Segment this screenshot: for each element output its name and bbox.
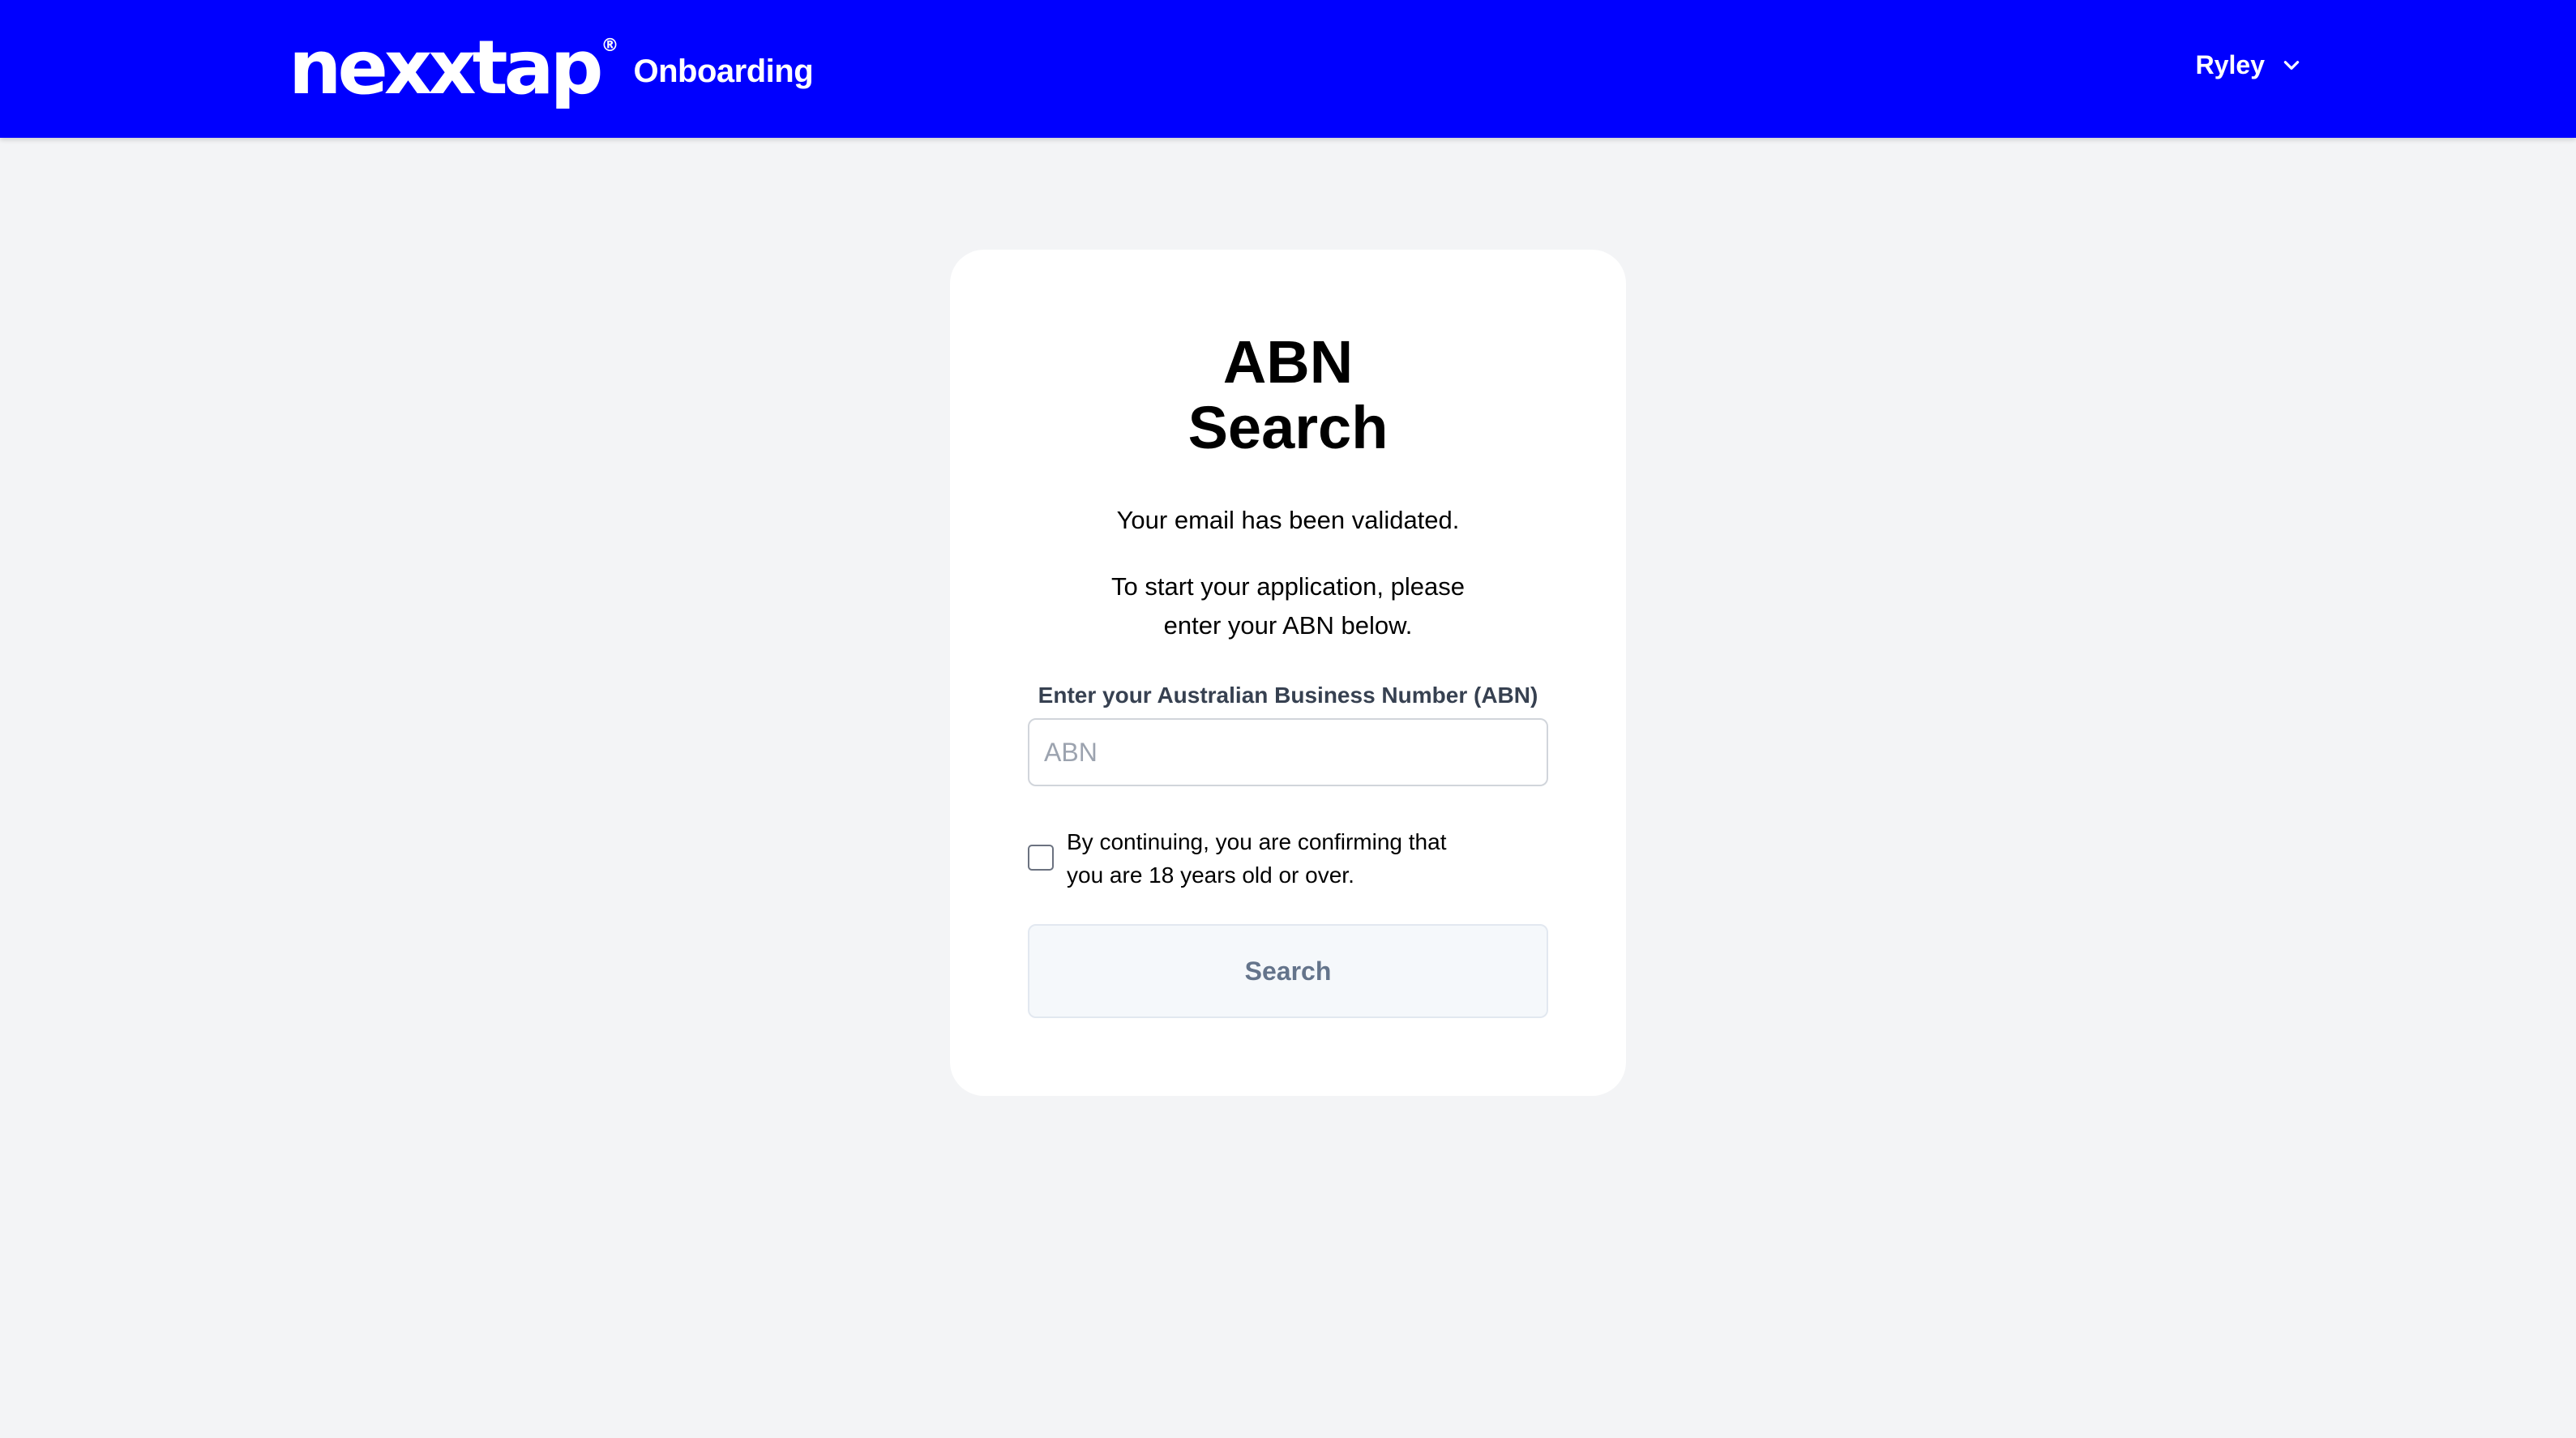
search-button[interactable]: Search <box>1028 924 1548 1018</box>
age-consent: By continuing, you are confirming that y… <box>1028 825 1514 892</box>
title-line-1: ABN <box>1222 328 1354 396</box>
abn-search-card: ABN Search Your email has been validated… <box>950 250 1626 1096</box>
logo-wordmark: nexxtap <box>289 24 603 111</box>
title-line-2: Search <box>1187 394 1389 461</box>
chevron-down-icon <box>2283 61 2300 70</box>
app-name: Onboarding <box>633 53 814 89</box>
nexxtap-logo: nexxtap ® <box>289 31 619 105</box>
top-header: nexxtap ® Onboarding Ryley <box>0 0 2576 138</box>
user-name: Ryley <box>2195 49 2265 79</box>
page-title: ABN Search <box>950 329 1626 460</box>
instructions-text: To start your application, please enter … <box>1111 572 1465 640</box>
brand[interactable]: nexxtap ® Onboarding <box>289 28 814 109</box>
user-menu-button[interactable]: Ryley <box>2196 44 2302 86</box>
abn-field-label: Enter your Australian Business Number (A… <box>1038 683 1538 708</box>
registered-mark: ® <box>601 36 619 56</box>
age-consent-text: By continuing, you are confirming that y… <box>1067 829 1447 888</box>
validation-message: Your email has been validated. <box>1116 506 1460 534</box>
age-consent-checkbox[interactable] <box>1028 845 1054 871</box>
abn-input[interactable] <box>1028 718 1548 786</box>
